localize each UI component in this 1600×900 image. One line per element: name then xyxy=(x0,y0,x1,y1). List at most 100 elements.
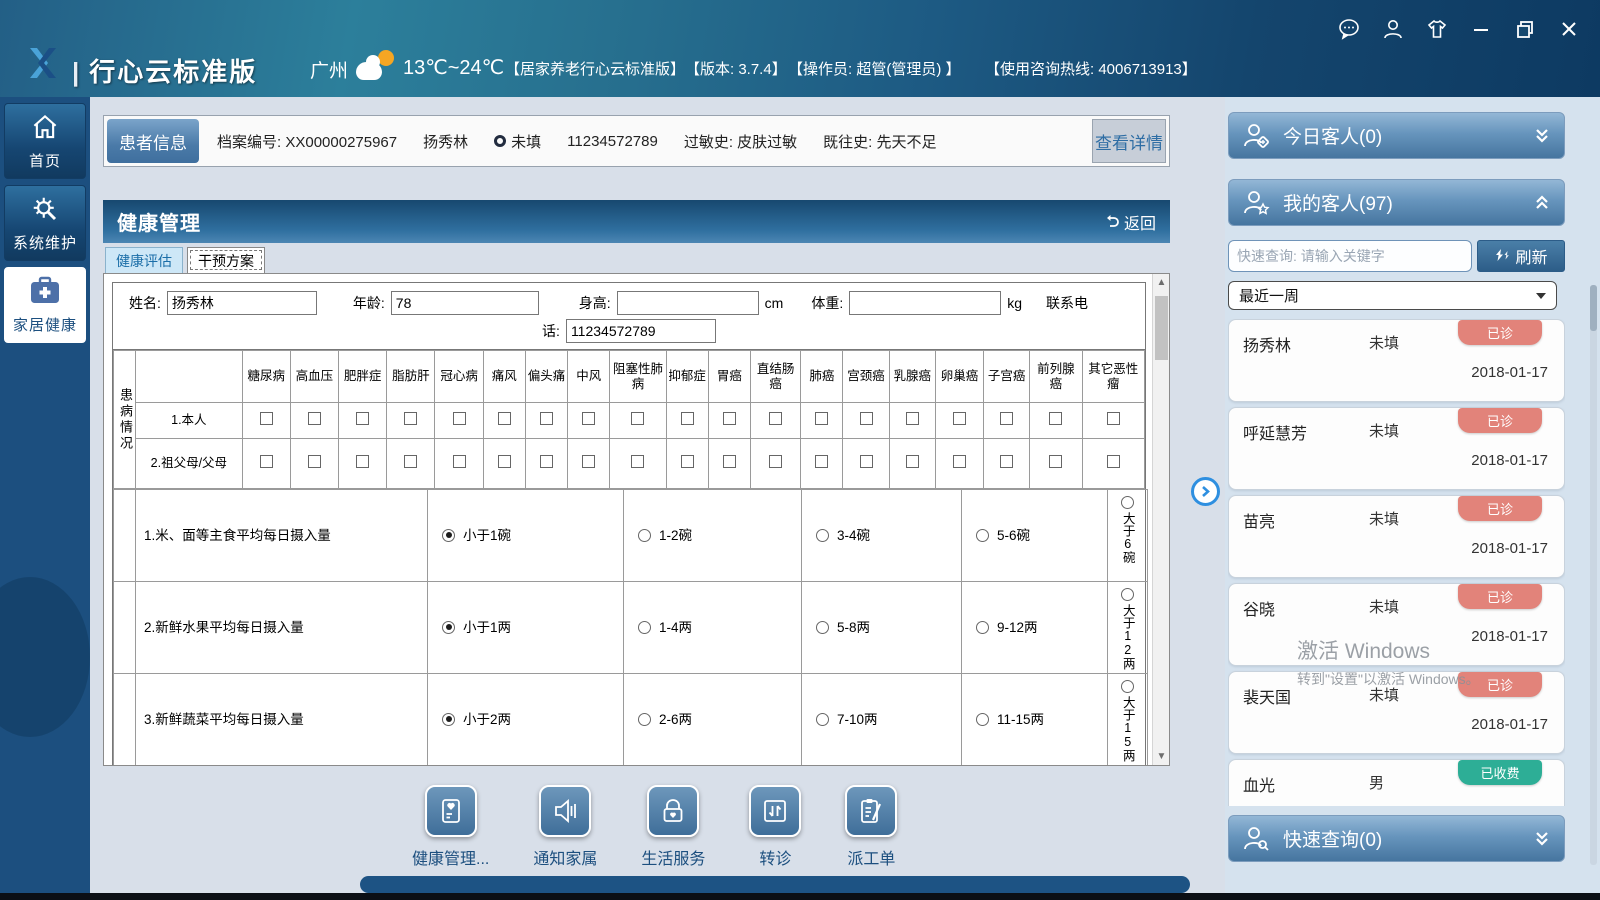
diet-option-radio[interactable] xyxy=(1121,588,1134,601)
customer-card[interactable]: 谷晓未填已诊2018-01-17 xyxy=(1228,583,1565,666)
diet-option-radio[interactable] xyxy=(816,621,829,634)
disease-checkbox[interactable] xyxy=(953,455,966,468)
close-button[interactable] xyxy=(1556,16,1582,42)
sidebar-item-home[interactable]: 首页 xyxy=(4,103,86,179)
disease-checkbox[interactable] xyxy=(1049,455,1062,468)
tab-health-assessment[interactable]: 健康评估 xyxy=(105,247,183,273)
today-guests-header[interactable]: 今日客人(0) xyxy=(1228,112,1565,159)
diet-option-radio[interactable] xyxy=(442,621,455,634)
phone-label-top: 联系电 xyxy=(1046,293,1088,313)
disease-checkbox[interactable] xyxy=(453,455,466,468)
disease-checkbox[interactable] xyxy=(769,455,782,468)
disease-checkbox[interactable] xyxy=(498,412,511,425)
weight-input[interactable] xyxy=(849,291,1001,315)
height-input[interactable] xyxy=(617,291,759,315)
disease-checkbox[interactable] xyxy=(308,455,321,468)
status-badge: 已诊 xyxy=(1458,408,1542,433)
disease-checkbox[interactable] xyxy=(1000,412,1013,425)
toolbar-work-order[interactable]: 派工单 xyxy=(845,785,897,869)
my-guests-header[interactable]: 我的客人(97) xyxy=(1228,179,1565,226)
scroll-up-arrow[interactable]: ▲ xyxy=(1153,274,1170,291)
tab-intervention-plan[interactable]: 干预方案 xyxy=(187,247,265,273)
disease-checkbox[interactable] xyxy=(1107,455,1120,468)
diet-option-radio[interactable] xyxy=(442,529,455,542)
diet-option-radio[interactable] xyxy=(638,713,651,726)
quick-search-input[interactable] xyxy=(1228,240,1472,272)
customer-card[interactable]: 裴天国未填已诊2018-01-17 xyxy=(1228,671,1565,754)
diet-option-radio[interactable] xyxy=(976,713,989,726)
customer-card[interactable]: 扬秀林未填已诊2018-01-17 xyxy=(1228,319,1565,402)
disease-checkbox[interactable] xyxy=(356,455,369,468)
list-scrollbar[interactable] xyxy=(1590,285,1597,865)
disease-checkbox[interactable] xyxy=(1049,412,1062,425)
toolbar-notify-family[interactable]: 通知家属 xyxy=(533,785,597,869)
skin-theme-icon[interactable] xyxy=(1424,16,1450,42)
diet-option-radio[interactable] xyxy=(816,713,829,726)
disease-checkbox[interactable] xyxy=(453,412,466,425)
refresh-button[interactable]: 刷新 xyxy=(1477,240,1565,272)
disease-checkbox[interactable] xyxy=(356,412,369,425)
date-range-select[interactable]: 最近一周 xyxy=(1228,281,1557,310)
list-scroll-thumb[interactable] xyxy=(1590,285,1597,331)
disease-checkbox[interactable] xyxy=(260,412,273,425)
disease-checkbox[interactable] xyxy=(308,412,321,425)
diet-option-radio[interactable] xyxy=(816,529,829,542)
customer-card[interactable]: 苗亮未填已诊2018-01-17 xyxy=(1228,495,1565,578)
toolbar-health-management[interactable]: 健康管理... xyxy=(412,785,489,869)
disease-checkbox[interactable] xyxy=(681,455,694,468)
disease-checkbox[interactable] xyxy=(404,412,417,425)
diet-option-label: 11-15两 xyxy=(997,712,1044,727)
phone-input[interactable] xyxy=(566,319,716,343)
quick-query-header[interactable]: 快速查询(0) xyxy=(1228,815,1565,862)
restore-button[interactable] xyxy=(1512,16,1538,42)
diet-option-radio[interactable] xyxy=(976,529,989,542)
disease-checkbox[interactable] xyxy=(815,455,828,468)
diet-option-radio[interactable] xyxy=(1121,680,1134,693)
disease-checkbox[interactable] xyxy=(815,412,828,425)
minimize-button[interactable] xyxy=(1468,16,1494,42)
disease-checkbox[interactable] xyxy=(631,412,644,425)
disease-checkbox[interactable] xyxy=(906,455,919,468)
disease-checkbox[interactable] xyxy=(723,412,736,425)
diet-option-radio[interactable] xyxy=(1121,496,1134,509)
disease-checkbox[interactable] xyxy=(1107,412,1120,425)
disease-checkbox[interactable] xyxy=(953,412,966,425)
disease-checkbox[interactable] xyxy=(498,455,511,468)
disease-checkbox[interactable] xyxy=(860,455,873,468)
disease-checkbox[interactable] xyxy=(582,412,595,425)
disease-checkbox[interactable] xyxy=(723,455,736,468)
diet-option-radio[interactable] xyxy=(638,529,651,542)
collapse-panel-button[interactable] xyxy=(1191,477,1220,506)
disease-checkbox[interactable] xyxy=(860,412,873,425)
scroll-thumb[interactable] xyxy=(1155,296,1168,360)
main-scrollbar[interactable]: ▲ ▼ xyxy=(1152,274,1169,765)
view-detail-button[interactable]: 查看详情 xyxy=(1092,119,1166,163)
disease-checkbox[interactable] xyxy=(681,412,694,425)
toolbar-referral[interactable]: 转诊 xyxy=(749,785,801,869)
allergy: 过敏史: 皮肤过敏 xyxy=(684,131,797,152)
name-input[interactable] xyxy=(167,291,317,315)
sidebar-item-home-health[interactable]: 家居健康 xyxy=(4,267,86,343)
back-button[interactable]: 返回 xyxy=(1103,210,1156,234)
disease-checkbox[interactable] xyxy=(404,455,417,468)
disease-checkbox[interactable] xyxy=(1000,455,1013,468)
customer-card[interactable]: 血光男已收费 xyxy=(1228,759,1565,806)
diet-option-radio[interactable] xyxy=(638,621,651,634)
disease-checkbox[interactable] xyxy=(769,412,782,425)
user-icon[interactable] xyxy=(1380,16,1406,42)
sidebar-item-system-maintenance[interactable]: 系统维护 xyxy=(4,185,86,261)
disease-checkbox[interactable] xyxy=(582,455,595,468)
disease-checkbox[interactable] xyxy=(906,412,919,425)
message-icon[interactable] xyxy=(1336,16,1362,42)
toolbar-life-services[interactable]: 生活服务 xyxy=(641,785,705,869)
diet-option-radio[interactable] xyxy=(976,621,989,634)
disease-checkbox[interactable] xyxy=(631,455,644,468)
status-badge: 已诊 xyxy=(1458,496,1542,521)
disease-checkbox[interactable] xyxy=(540,412,553,425)
disease-checkbox[interactable] xyxy=(260,455,273,468)
disease-checkbox[interactable] xyxy=(540,455,553,468)
diet-option-radio[interactable] xyxy=(442,713,455,726)
scroll-down-arrow[interactable]: ▼ xyxy=(1153,748,1170,765)
customer-card[interactable]: 呼延慧芳未填已诊2018-01-17 xyxy=(1228,407,1565,490)
age-input[interactable] xyxy=(391,291,539,315)
